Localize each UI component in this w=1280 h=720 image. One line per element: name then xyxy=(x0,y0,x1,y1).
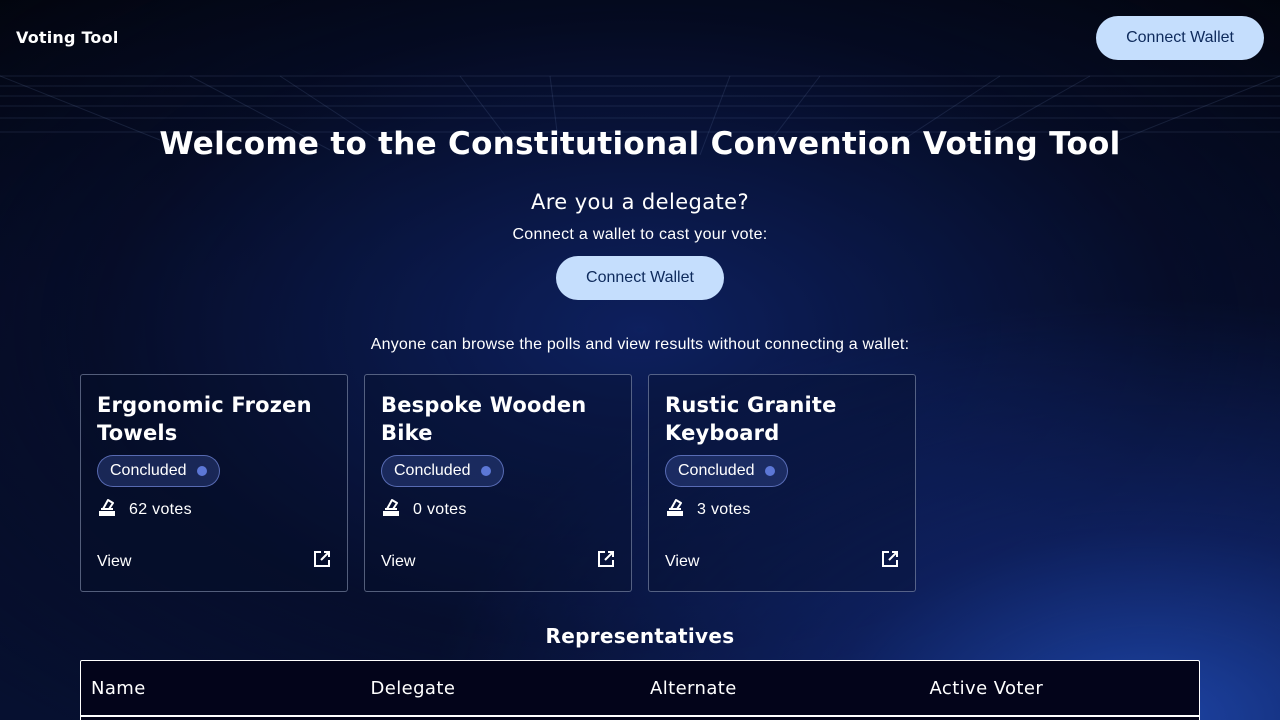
status-label: Concluded xyxy=(394,462,471,479)
hero-section: Welcome to the Constitutional Convention… xyxy=(0,126,1280,300)
column-header-delegate[interactable]: Delegate xyxy=(361,678,641,699)
ballot-box-icon xyxy=(97,497,117,522)
card-footer: View xyxy=(97,550,331,573)
view-link[interactable]: View xyxy=(665,553,699,571)
ballot-box-icon xyxy=(665,497,685,522)
poll-title: Rustic Granite Keyboard xyxy=(665,393,837,445)
table-header-row: Name Delegate Alternate Active Voter xyxy=(81,661,1199,717)
vote-count: 0 votes xyxy=(381,497,615,522)
card-footer: View xyxy=(381,550,615,573)
poll-cards: Ergonomic Frozen Towels Concluded 62 vot… xyxy=(80,374,916,592)
column-header-active-voter[interactable]: Active Voter xyxy=(920,678,1200,699)
vote-count-label: 3 votes xyxy=(697,500,751,518)
connect-hint: Connect a wallet to cast your vote: xyxy=(512,226,768,243)
poll-card: Ergonomic Frozen Towels Concluded 62 vot… xyxy=(80,374,348,592)
status-dot-icon xyxy=(480,466,491,476)
hero-connect-wallet-button[interactable]: Connect Wallet xyxy=(556,256,724,300)
external-link-icon[interactable] xyxy=(313,550,331,573)
column-header-name[interactable]: Name xyxy=(81,678,361,699)
external-link-icon[interactable] xyxy=(597,550,615,573)
representatives-title: Representatives xyxy=(545,624,735,648)
view-link[interactable]: View xyxy=(97,553,131,571)
delegate-question: Are you a delegate? xyxy=(530,190,750,214)
poll-card: Rustic Granite Keyboard Concluded 3 vote… xyxy=(648,374,916,592)
card-footer: View xyxy=(665,550,899,573)
view-link[interactable]: View xyxy=(381,553,415,571)
status-badge: Concluded xyxy=(381,455,504,487)
column-header-alternate[interactable]: Alternate xyxy=(640,678,920,699)
browse-text: Anyone can browse the polls and view res… xyxy=(370,336,910,353)
status-dot-icon xyxy=(764,466,775,476)
poll-title: Ergonomic Frozen Towels xyxy=(97,393,312,445)
status-label: Concluded xyxy=(110,462,187,479)
app-title: Voting Tool xyxy=(16,27,119,47)
vote-count: 62 votes xyxy=(97,497,331,522)
status-badge: Concluded xyxy=(97,455,220,487)
representatives-table: Name Delegate Alternate Active Voter xyxy=(80,660,1200,720)
vote-count: 3 votes xyxy=(665,497,899,522)
external-link-icon[interactable] xyxy=(881,550,899,573)
status-dot-icon xyxy=(196,466,207,476)
poll-card: Bespoke Wooden Bike Concluded 0 votes Vi… xyxy=(364,374,632,592)
status-label: Concluded xyxy=(678,462,755,479)
vote-count-label: 0 votes xyxy=(413,500,467,518)
poll-title: Bespoke Wooden Bike xyxy=(381,393,587,445)
status-badge: Concluded xyxy=(665,455,788,487)
ballot-box-icon xyxy=(381,497,401,522)
vote-count-label: 62 votes xyxy=(129,500,192,518)
top-bar: Voting Tool Connect Wallet xyxy=(0,0,1280,76)
page-title: Welcome to the Constitutional Convention… xyxy=(159,126,1121,162)
header-connect-wallet-button[interactable]: Connect Wallet xyxy=(1096,16,1264,60)
